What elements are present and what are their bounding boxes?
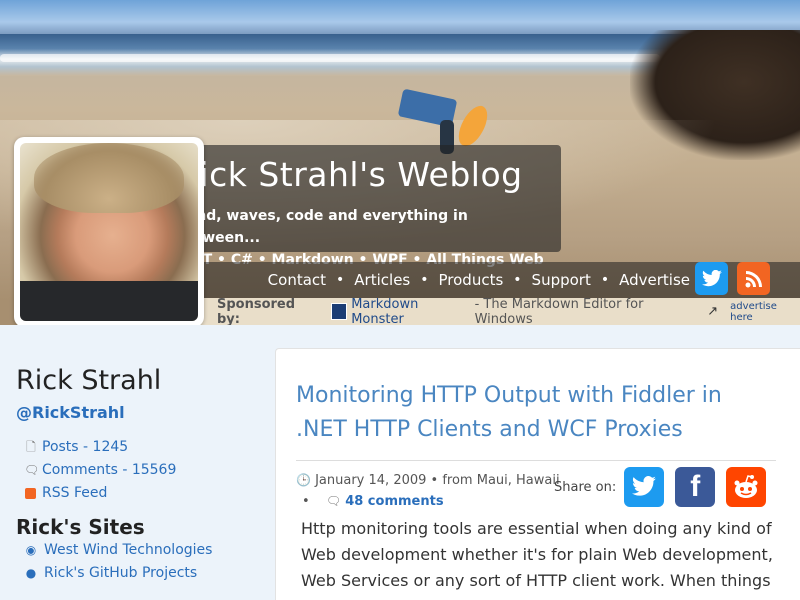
twitter-icon[interactable] <box>695 262 728 295</box>
share-label: Share on: <box>554 479 617 495</box>
west-wind-icon: ◉ <box>25 543 37 557</box>
site-link-label[interactable]: Rick's GitHub Projects <box>44 562 197 585</box>
rss-icon[interactable] <box>737 262 770 295</box>
article-body: Http monitoring tools are essential when… <box>301 519 773 600</box>
author-photo-frame <box>14 137 204 325</box>
sponsor-description: - The Markdown Editor for Windows <box>474 296 644 326</box>
meta-bullet: • <box>302 494 310 509</box>
article-date-row: 🕒 January 14, 2009 • from Maui, Hawaii <box>296 470 560 491</box>
avatar-shirt <box>20 281 198 321</box>
clock-icon: 🕒 <box>296 473 311 487</box>
top-nav: Contact • Articles • Products • Support … <box>268 262 690 298</box>
header-banner: Rick Strahl's Weblog Wind, waves, code a… <box>0 0 800 325</box>
nav-contact[interactable]: Contact <box>268 271 326 289</box>
comments-count-link[interactable]: 48 comments <box>345 494 443 509</box>
nav-articles[interactable]: Articles <box>354 271 410 289</box>
sidebar: Rick Strahl @RickStrahl 🗋 Posts - 1245 🗨… <box>0 325 275 600</box>
comments-count[interactable]: Comments - 15569 <box>42 459 176 482</box>
nav-advertise[interactable]: Advertise <box>619 271 690 289</box>
posts-link[interactable]: 🗋 Posts - 1245 <box>24 436 275 459</box>
share-bar: Share on: f <box>554 467 767 507</box>
share-twitter-button[interactable] <box>624 467 665 507</box>
sponsor-product-link[interactable]: Markdown Monster <box>351 297 470 326</box>
site-link-west-wind[interactable]: ◉ West Wind Technologies <box>24 539 275 562</box>
comments-icon: 🗨 <box>24 463 40 477</box>
nav-support[interactable]: Support <box>532 271 591 289</box>
article-meta: 🕒 January 14, 2009 • from Maui, Hawaii •… <box>296 470 560 512</box>
rss-feed-label[interactable]: RSS Feed <box>42 482 107 505</box>
advertise-here-link[interactable]: advertise here <box>730 301 800 323</box>
top-nav-bar: Contact • Articles • Products • Support … <box>200 262 800 298</box>
nav-separator: • <box>513 272 522 288</box>
markdown-monster-icon[interactable] <box>330 303 348 320</box>
tagline-line-1: Wind, waves, code and everything in betw… <box>176 208 468 246</box>
comments-link[interactable]: 🗨 Comments - 15569 <box>24 459 275 482</box>
article-title[interactable]: Monitoring HTTP Output with Fiddler in .… <box>296 379 776 447</box>
document-icon: 🗋 <box>26 440 36 454</box>
site-link-label[interactable]: West Wind Technologies <box>44 539 212 562</box>
external-link-icon[interactable]: ↗ <box>707 304 718 319</box>
twitter-handle-link[interactable]: @RickStrahl <box>16 403 275 422</box>
sponsor-label: Sponsored by: <box>217 296 296 326</box>
article-location: • from Maui, Hawaii <box>430 473 560 488</box>
article-meta-divider <box>296 460 776 461</box>
rss-feed-icon <box>25 488 36 499</box>
comment-bubble-icon: 🗨 <box>325 494 342 508</box>
sponsor-bar: Sponsored by: Markdown Monster - The Mar… <box>200 296 800 326</box>
share-reddit-button[interactable] <box>726 467 767 507</box>
article-comments-row: • 🗨 48 comments <box>296 491 560 512</box>
site-link-github[interactable]: ● Rick's GitHub Projects <box>24 562 275 585</box>
twitter-icon <box>632 476 657 496</box>
article-card: Monitoring HTTP Output with Fiddler in .… <box>275 348 800 600</box>
avatar-hair <box>34 143 184 213</box>
avatar <box>20 143 198 321</box>
rss-feed-link[interactable]: RSS Feed <box>24 482 275 505</box>
nav-separator: • <box>420 272 429 288</box>
site-title-box: Rick Strahl's Weblog Wind, waves, code a… <box>166 145 561 268</box>
github-icon: ● <box>25 566 37 580</box>
sites-heading: Rick's Sites <box>16 515 145 539</box>
article-date: January 14, 2009 <box>315 473 427 488</box>
nav-separator: • <box>336 272 345 288</box>
blog-stats: 🗋 Posts - 1245 🗨 Comments - 15569 RSS Fe… <box>24 436 275 505</box>
banner-wave <box>0 54 660 62</box>
nav-products[interactable]: Products <box>439 271 504 289</box>
reddit-icon <box>734 475 758 498</box>
posts-count[interactable]: Posts - 1245 <box>42 436 128 459</box>
author-name: Rick Strahl <box>16 365 162 396</box>
nav-separator: • <box>600 272 610 288</box>
facebook-icon: f <box>690 470 701 503</box>
site-title[interactable]: Rick Strahl's Weblog <box>176 155 551 195</box>
share-facebook-button[interactable]: f <box>675 467 716 507</box>
